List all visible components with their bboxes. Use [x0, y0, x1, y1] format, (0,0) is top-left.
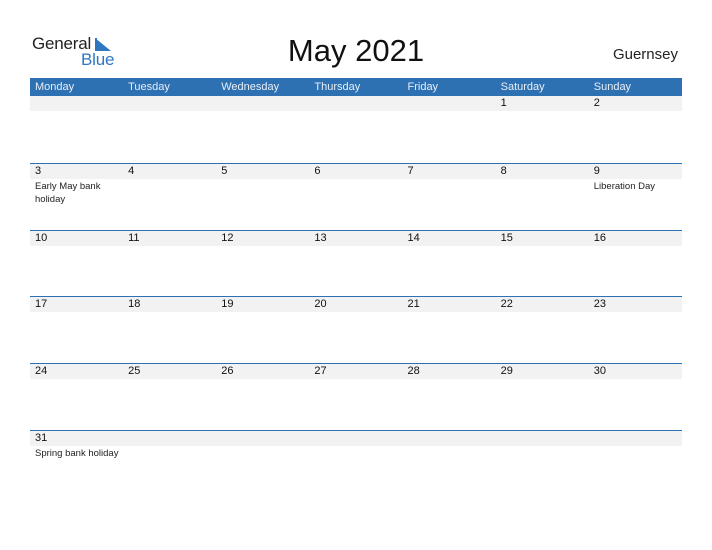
- weekday-saturday: Saturday: [500, 81, 545, 93]
- day-number: 26: [221, 365, 234, 377]
- day-cell[interactable]: 8: [496, 163, 589, 229]
- day-cell[interactable]: [216, 430, 309, 496]
- day-cell[interactable]: 20: [309, 296, 402, 362]
- day-number: 24: [35, 365, 48, 377]
- day-cell[interactable]: 5: [216, 163, 309, 229]
- day-cell[interactable]: 14: [403, 230, 496, 296]
- day-number: 4: [128, 165, 135, 177]
- day-number: 6: [314, 165, 321, 177]
- day-number: 25: [128, 365, 141, 377]
- day-cell[interactable]: [123, 96, 216, 162]
- day-cell[interactable]: 4: [123, 163, 216, 229]
- day-cell[interactable]: 13: [309, 230, 402, 296]
- day-number: 1: [500, 97, 507, 109]
- day-cell[interactable]: 1: [496, 96, 589, 162]
- week-row: 3 Early May bank holiday 4 5 6 7 8 9 Liberation …: [30, 163, 682, 229]
- week-row: 12: [30, 96, 682, 162]
- day-cell[interactable]: [123, 430, 216, 496]
- day-cell[interactable]: [403, 96, 496, 162]
- day-cell[interactable]: [309, 430, 402, 496]
- day-cell[interactable]: 27: [309, 363, 402, 429]
- day-number: 14: [407, 232, 420, 244]
- day-cell[interactable]: [216, 96, 309, 162]
- day-number: 22: [500, 298, 513, 310]
- weekday-sunday: Sunday: [593, 81, 632, 93]
- day-number: 7: [407, 165, 414, 177]
- day-cell[interactable]: [496, 430, 589, 496]
- day-cell[interactable]: 6: [309, 163, 402, 229]
- day-cell[interactable]: 2: [589, 96, 682, 162]
- day-cell[interactable]: 26: [216, 363, 309, 429]
- day-cell[interactable]: 29: [496, 363, 589, 429]
- day-cell[interactable]: [589, 430, 682, 496]
- day-cell[interactable]: [403, 430, 496, 496]
- day-cell[interactable]: [30, 96, 123, 162]
- week-row: 31 Spring bank holiday: [30, 430, 682, 496]
- day-number: 20: [314, 298, 327, 310]
- day-cell[interactable]: 31 Spring bank holiday: [30, 430, 123, 496]
- day-cell[interactable]: 11: [123, 230, 216, 296]
- day-number: 5: [221, 165, 228, 177]
- week-row: 10 11 12 13 14 15 16: [30, 230, 682, 296]
- holiday-label: Liberation Day: [593, 181, 656, 192]
- day-number: 23: [593, 298, 606, 310]
- week-row: 24 25 26 27 28 29 30: [30, 363, 682, 429]
- day-cell[interactable]: 25: [123, 363, 216, 429]
- day-cell[interactable]: 28: [403, 363, 496, 429]
- weekday-wednesday: Wednesday: [221, 81, 280, 93]
- day-cell[interactable]: 22: [496, 296, 589, 362]
- day-cell[interactable]: 17: [30, 296, 123, 362]
- day-cell[interactable]: [309, 96, 402, 162]
- day-cell[interactable]: 30: [589, 363, 682, 429]
- holiday-label: Early May bank holiday: [35, 181, 101, 205]
- day-number: 2: [593, 97, 600, 109]
- day-cell[interactable]: 3 Early May bank holiday: [30, 163, 123, 229]
- day-number: 11: [128, 232, 140, 244]
- calendar-title: May 2021: [287, 33, 425, 68]
- day-number: 31: [35, 432, 48, 444]
- day-cell[interactable]: 9 Liberation Day: [589, 163, 682, 229]
- day-number: 29: [500, 365, 513, 377]
- weekday-friday: Friday: [407, 81, 439, 93]
- week-row: 17 18 19 20 21 22 23: [30, 296, 682, 362]
- day-cell[interactable]: 23: [589, 296, 682, 362]
- holiday-label: Spring bank holiday: [35, 448, 119, 459]
- day-number: 17: [35, 298, 48, 310]
- weekday-header: Monday Tuesday Wednesday Thursday Friday…: [30, 78, 682, 96]
- day-cell[interactable]: 16: [589, 230, 682, 296]
- day-cell[interactable]: 7: [403, 163, 496, 229]
- day-number: 3: [35, 165, 42, 177]
- day-number: 8: [500, 165, 507, 177]
- day-number: 13: [314, 232, 327, 244]
- day-number: 30: [593, 365, 606, 377]
- day-number: 27: [314, 365, 327, 377]
- day-cell[interactable]: 10: [30, 230, 123, 296]
- day-number: 16: [593, 232, 606, 244]
- day-number: 9: [593, 165, 600, 177]
- country-label: Guernsey: [612, 46, 678, 63]
- weekday-tuesday: Tuesday: [128, 81, 170, 93]
- day-number: 10: [35, 232, 48, 244]
- day-cell[interactable]: 19: [216, 296, 309, 362]
- day-number: 28: [407, 365, 420, 377]
- day-number: 18: [128, 298, 141, 310]
- day-number: 21: [407, 298, 420, 310]
- day-cell[interactable]: 15: [496, 230, 589, 296]
- day-number: 19: [221, 298, 234, 310]
- day-number: 15: [500, 232, 513, 244]
- day-cell[interactable]: 24: [30, 363, 123, 429]
- day-cell[interactable]: 21: [403, 296, 496, 362]
- day-cell[interactable]: 18: [123, 296, 216, 362]
- day-cell[interactable]: 12: [216, 230, 309, 296]
- weekday-monday: Monday: [35, 81, 75, 93]
- weekday-thursday: Thursday: [314, 81, 361, 93]
- day-number: 12: [221, 232, 234, 244]
